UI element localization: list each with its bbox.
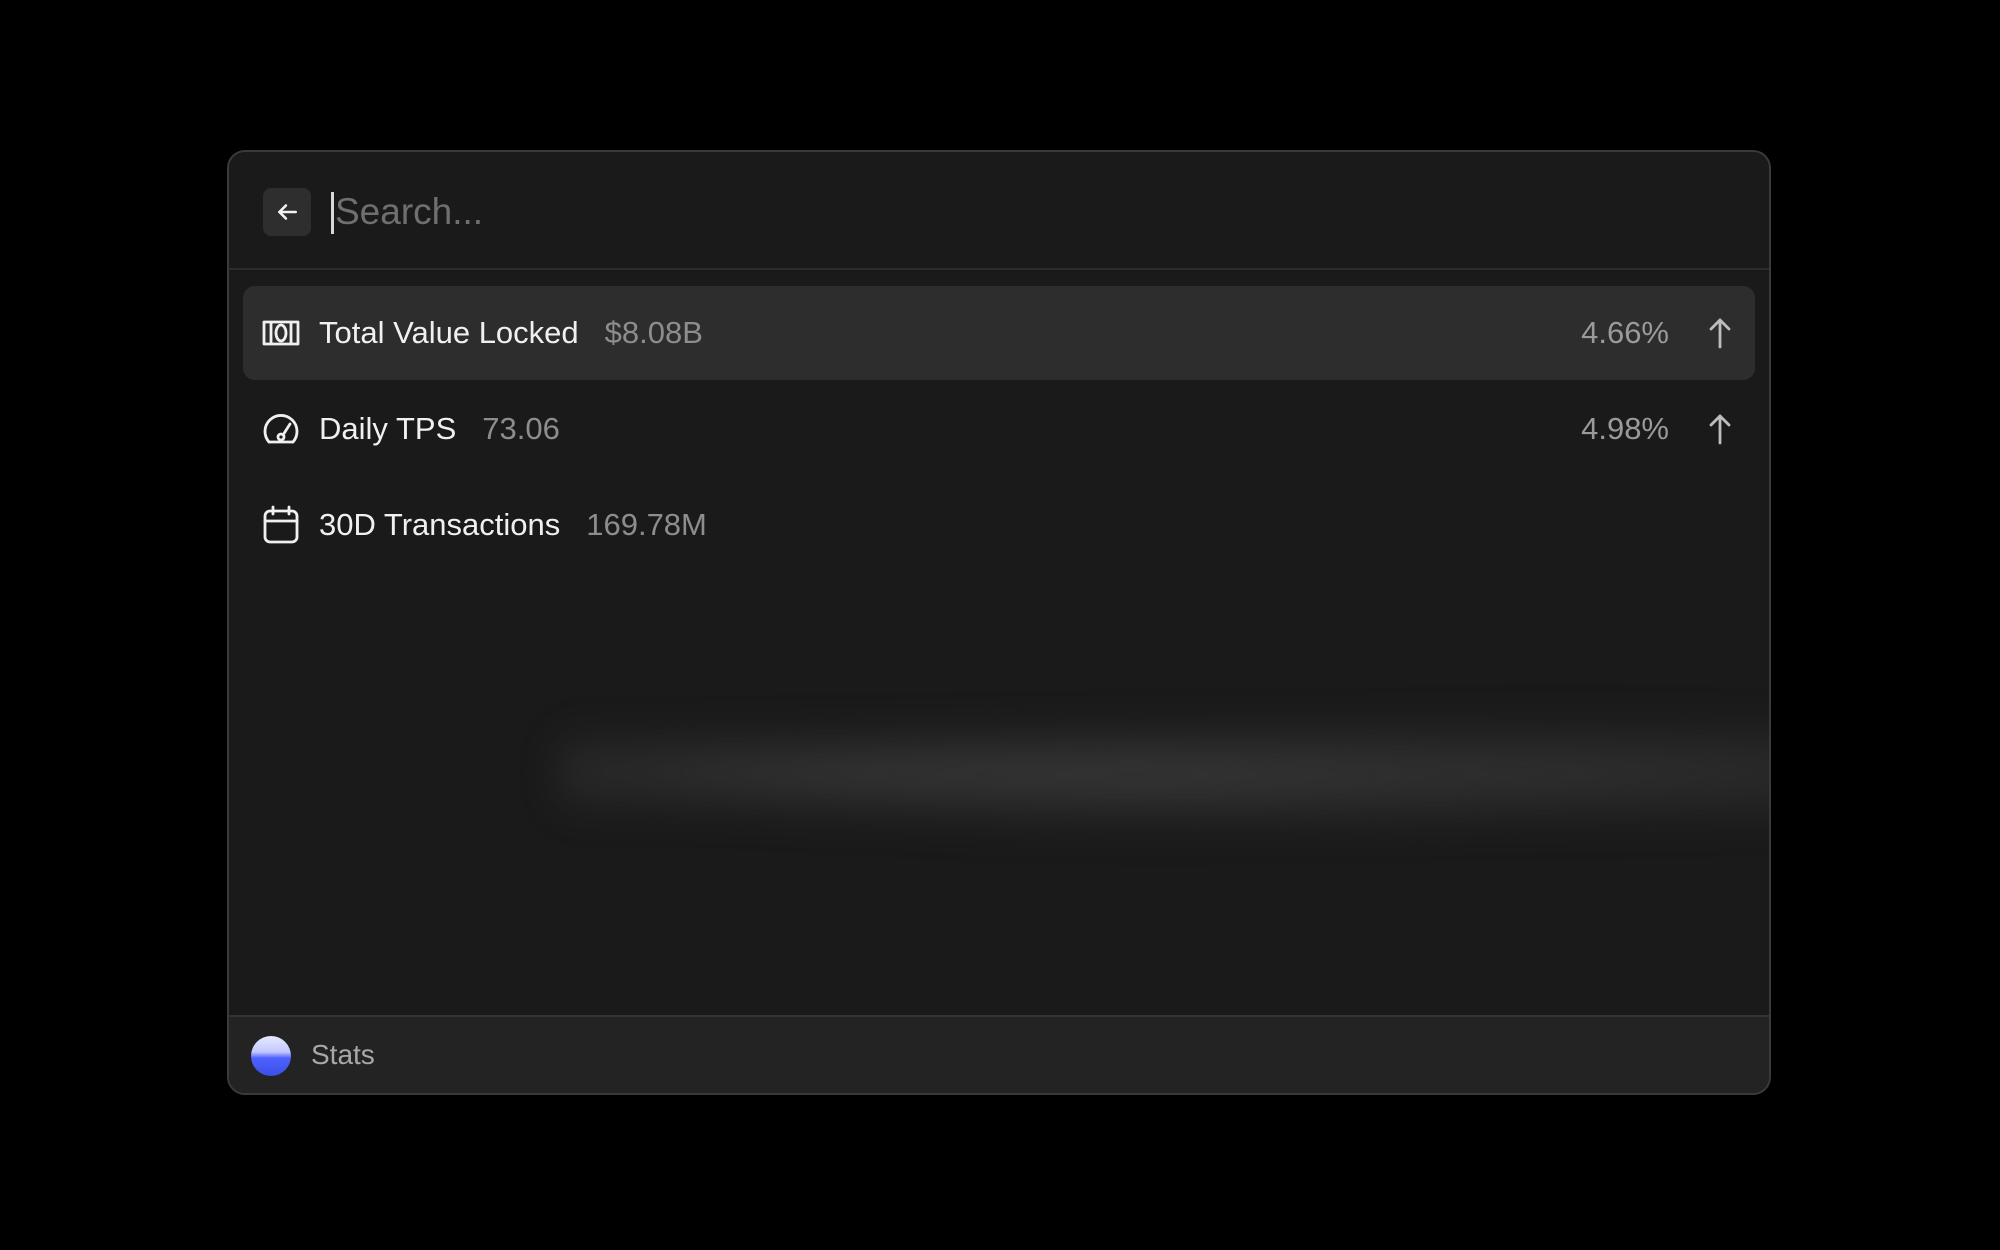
list-item-total-value-locked[interactable]: Total Value Locked $8.08B 4.66% <box>243 286 1755 380</box>
item-value: $8.08B <box>604 315 703 350</box>
text-caret <box>331 192 334 234</box>
list-item-30d-transactions[interactable]: 30D Transactions 169.78M <box>243 478 1755 572</box>
calendar-icon <box>263 505 299 544</box>
results-list: Total Value Locked $8.08B 4.66% Daily TPS… <box>243 286 1755 574</box>
money-bill-icon <box>262 320 300 346</box>
gauge-icon <box>263 414 299 444</box>
item-value: 169.78M <box>586 507 707 542</box>
list-item-daily-tps[interactable]: Daily TPS 73.06 4.98% <box>243 382 1755 476</box>
item-value: 73.06 <box>482 411 560 446</box>
item-change: 4.98% <box>1581 411 1669 446</box>
search-input[interactable] <box>329 182 1629 242</box>
item-title: Total Value Locked <box>319 315 579 350</box>
search-bar <box>229 152 1769 270</box>
app-logo <box>251 1036 291 1076</box>
arrow-up-icon <box>1709 414 1731 445</box>
arrow-left-icon <box>278 204 297 220</box>
arrow-up-icon <box>1709 318 1731 349</box>
item-title: Daily TPS <box>319 411 457 446</box>
footer-bar: Stats <box>229 1015 1769 1093</box>
background-glow <box>559 697 1769 847</box>
back-button[interactable] <box>263 188 311 236</box>
command-palette-window: Total Value Locked $8.08B 4.66% Daily TPS… <box>227 150 1771 1095</box>
item-title: 30D Transactions <box>319 507 561 542</box>
footer-label: Stats <box>311 1039 375 1070</box>
item-change: 4.66% <box>1581 315 1669 350</box>
